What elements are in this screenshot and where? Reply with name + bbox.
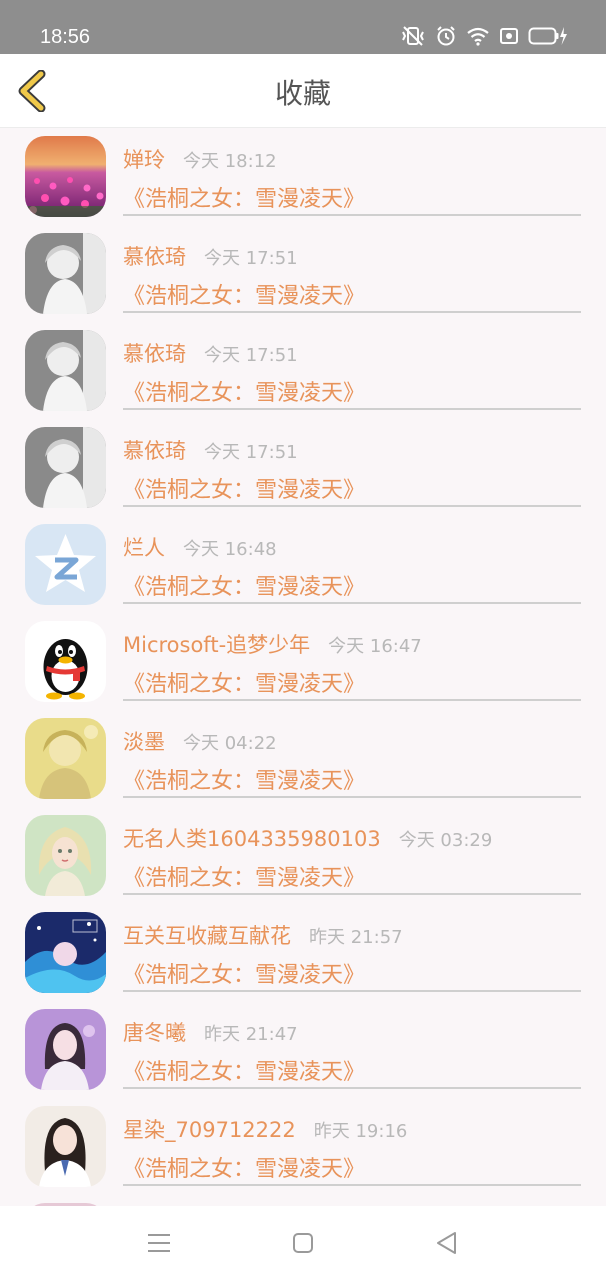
qzone-star-avatar bbox=[25, 524, 106, 605]
anime-girl-gray-avatar bbox=[25, 330, 106, 411]
avatar[interactable] bbox=[25, 427, 106, 508]
list-item[interactable]: 互关互收藏互献花 昨天 21:57 《浩桐之女：雪漫凌天》 bbox=[0, 904, 606, 1001]
back-nav-icon[interactable] bbox=[434, 1230, 460, 1256]
divider bbox=[123, 796, 581, 798]
list-item[interactable]: 婵玲 今天 18:12 《浩桐之女：雪漫凌天》 bbox=[0, 128, 606, 225]
avatar[interactable] bbox=[25, 1009, 106, 1090]
favorite-time: 今天 17:51 bbox=[204, 442, 298, 463]
favorite-time: 今天 17:51 bbox=[204, 345, 298, 366]
book-title[interactable]: 《浩桐之女：雪漫凌天》 bbox=[123, 666, 365, 698]
vibrate-mute-icon bbox=[402, 26, 424, 46]
divider bbox=[123, 990, 581, 992]
book-title[interactable]: 《浩桐之女：雪漫凌天》 bbox=[123, 1151, 365, 1183]
favorite-time: 今天 16:47 bbox=[328, 636, 422, 657]
user-name[interactable]: 互关互收藏互献花 bbox=[123, 920, 291, 950]
anime-girl-gray-avatar bbox=[25, 427, 106, 508]
avatar[interactable] bbox=[25, 718, 106, 799]
yellow-portrait-avatar bbox=[25, 718, 106, 799]
system-nav-bar bbox=[0, 1206, 606, 1280]
book-title[interactable]: 《浩桐之女：雪漫凌天》 bbox=[123, 472, 365, 504]
user-name[interactable]: 淡墨 bbox=[123, 726, 165, 756]
wifi-icon bbox=[467, 27, 489, 46]
user-name[interactable]: 无名人类1604335980103 bbox=[123, 823, 381, 853]
screen-record-icon bbox=[500, 28, 518, 44]
divider bbox=[123, 1184, 581, 1186]
user-name[interactable]: 婵玲 bbox=[123, 144, 165, 174]
list-item[interactable]: 慕依琦 今天 17:51 《浩桐之女：雪漫凌天》 bbox=[0, 322, 606, 419]
anime-girl-gray-avatar bbox=[25, 233, 106, 314]
list-item[interactable]: 淡墨 今天 04:22 《浩桐之女：雪漫凌天》 bbox=[0, 710, 606, 807]
avatar[interactable] bbox=[25, 621, 106, 702]
favorite-time: 昨天 19:16 bbox=[313, 1121, 408, 1142]
avatar[interactable] bbox=[25, 912, 106, 993]
avatar[interactable] bbox=[25, 524, 106, 605]
blue-anime-avatar bbox=[25, 912, 106, 993]
favorite-time: 昨天 21:47 bbox=[204, 1024, 298, 1045]
list-item[interactable] bbox=[0, 1195, 606, 1206]
header: 收藏 bbox=[0, 54, 606, 128]
list-item[interactable]: 星染_709712222 昨天 19:16 《浩桐之女：雪漫凌天》 bbox=[0, 1098, 606, 1195]
list-item[interactable]: 慕依琦 今天 17:51 《浩桐之女：雪漫凌天》 bbox=[0, 419, 606, 516]
book-title[interactable]: 《浩桐之女：雪漫凌天》 bbox=[123, 763, 365, 795]
user-name[interactable]: 慕依琦 bbox=[123, 435, 186, 465]
user-name[interactable]: 唐冬曦 bbox=[123, 1017, 186, 1047]
alarm-icon bbox=[437, 26, 455, 46]
divider bbox=[123, 408, 581, 410]
avatar[interactable] bbox=[25, 330, 106, 411]
fairy-girl-avatar bbox=[25, 815, 106, 896]
user-name[interactable]: Microsoft-追梦少年 bbox=[123, 629, 310, 659]
favorite-time: 今天 03:29 bbox=[398, 830, 493, 851]
avatar[interactable] bbox=[25, 815, 106, 896]
favorite-time: 今天 04:22 bbox=[183, 733, 277, 754]
purple-girl-avatar bbox=[25, 1009, 106, 1090]
book-title[interactable]: 《浩桐之女：雪漫凌天》 bbox=[123, 181, 365, 213]
list-item[interactable]: 无名人类1604335980103 今天 03:29 《浩桐之女：雪漫凌天》 bbox=[0, 807, 606, 904]
divider bbox=[123, 699, 581, 701]
qq-penguin-avatar bbox=[25, 621, 106, 702]
book-title[interactable]: 《浩桐之女：雪漫凌天》 bbox=[123, 957, 365, 989]
book-title[interactable]: 《浩桐之女：雪漫凌天》 bbox=[123, 375, 365, 407]
favorite-time: 今天 17:51 bbox=[204, 248, 298, 269]
list-item[interactable]: 慕依琦 今天 17:51 《浩桐之女：雪漫凌天》 bbox=[0, 225, 606, 322]
book-title[interactable]: 《浩桐之女：雪漫凌天》 bbox=[123, 278, 365, 310]
divider bbox=[123, 505, 581, 507]
book-title[interactable]: 《浩桐之女：雪漫凌天》 bbox=[123, 1054, 365, 1086]
divider bbox=[123, 602, 581, 604]
favorite-time: 今天 18:12 bbox=[183, 151, 277, 172]
favorite-time: 昨天 21:57 bbox=[309, 927, 403, 948]
avatar[interactable] bbox=[25, 1106, 106, 1187]
list-item[interactable]: 唐冬曦 昨天 21:47 《浩桐之女：雪漫凌天》 bbox=[0, 1001, 606, 1098]
list-item[interactable]: 烂人 今天 16:48 《浩桐之女：雪漫凌天》 bbox=[0, 516, 606, 613]
user-name[interactable]: 慕依琦 bbox=[123, 338, 186, 368]
divider bbox=[123, 311, 581, 313]
list-item[interactable]: Microsoft-追梦少年 今天 16:47 《浩桐之女：雪漫凌天》 bbox=[0, 613, 606, 710]
favorite-time: 今天 16:48 bbox=[183, 539, 277, 560]
avatar[interactable] bbox=[25, 233, 106, 314]
page-title: 收藏 bbox=[274, 77, 331, 110]
status-icons bbox=[400, 25, 568, 47]
avatar[interactable] bbox=[25, 136, 106, 217]
status-time: 18:56 bbox=[40, 26, 91, 48]
user-name[interactable]: 慕依琦 bbox=[123, 241, 186, 271]
user-name[interactable]: 烂人 bbox=[123, 532, 165, 562]
status-bar: 18:56 bbox=[0, 0, 606, 54]
book-title[interactable]: 《浩桐之女：雪漫凌天》 bbox=[123, 860, 365, 892]
divider bbox=[123, 1087, 581, 1089]
book-title[interactable]: 《浩桐之女：雪漫凌天》 bbox=[123, 569, 365, 601]
tulip-field-avatar bbox=[25, 136, 106, 217]
menu-icon[interactable] bbox=[146, 1230, 172, 1256]
favorites-list: 婵玲 今天 18:12 《浩桐之女：雪漫凌天》 慕依琦 今天 17:51 《浩桐… bbox=[0, 128, 606, 1206]
home-icon[interactable] bbox=[290, 1230, 316, 1256]
user-name[interactable]: 星染_709712222 bbox=[123, 1114, 296, 1144]
school-girl-avatar bbox=[25, 1106, 106, 1187]
battery-charging-icon bbox=[528, 27, 567, 45]
divider bbox=[123, 893, 581, 895]
divider bbox=[123, 214, 581, 216]
